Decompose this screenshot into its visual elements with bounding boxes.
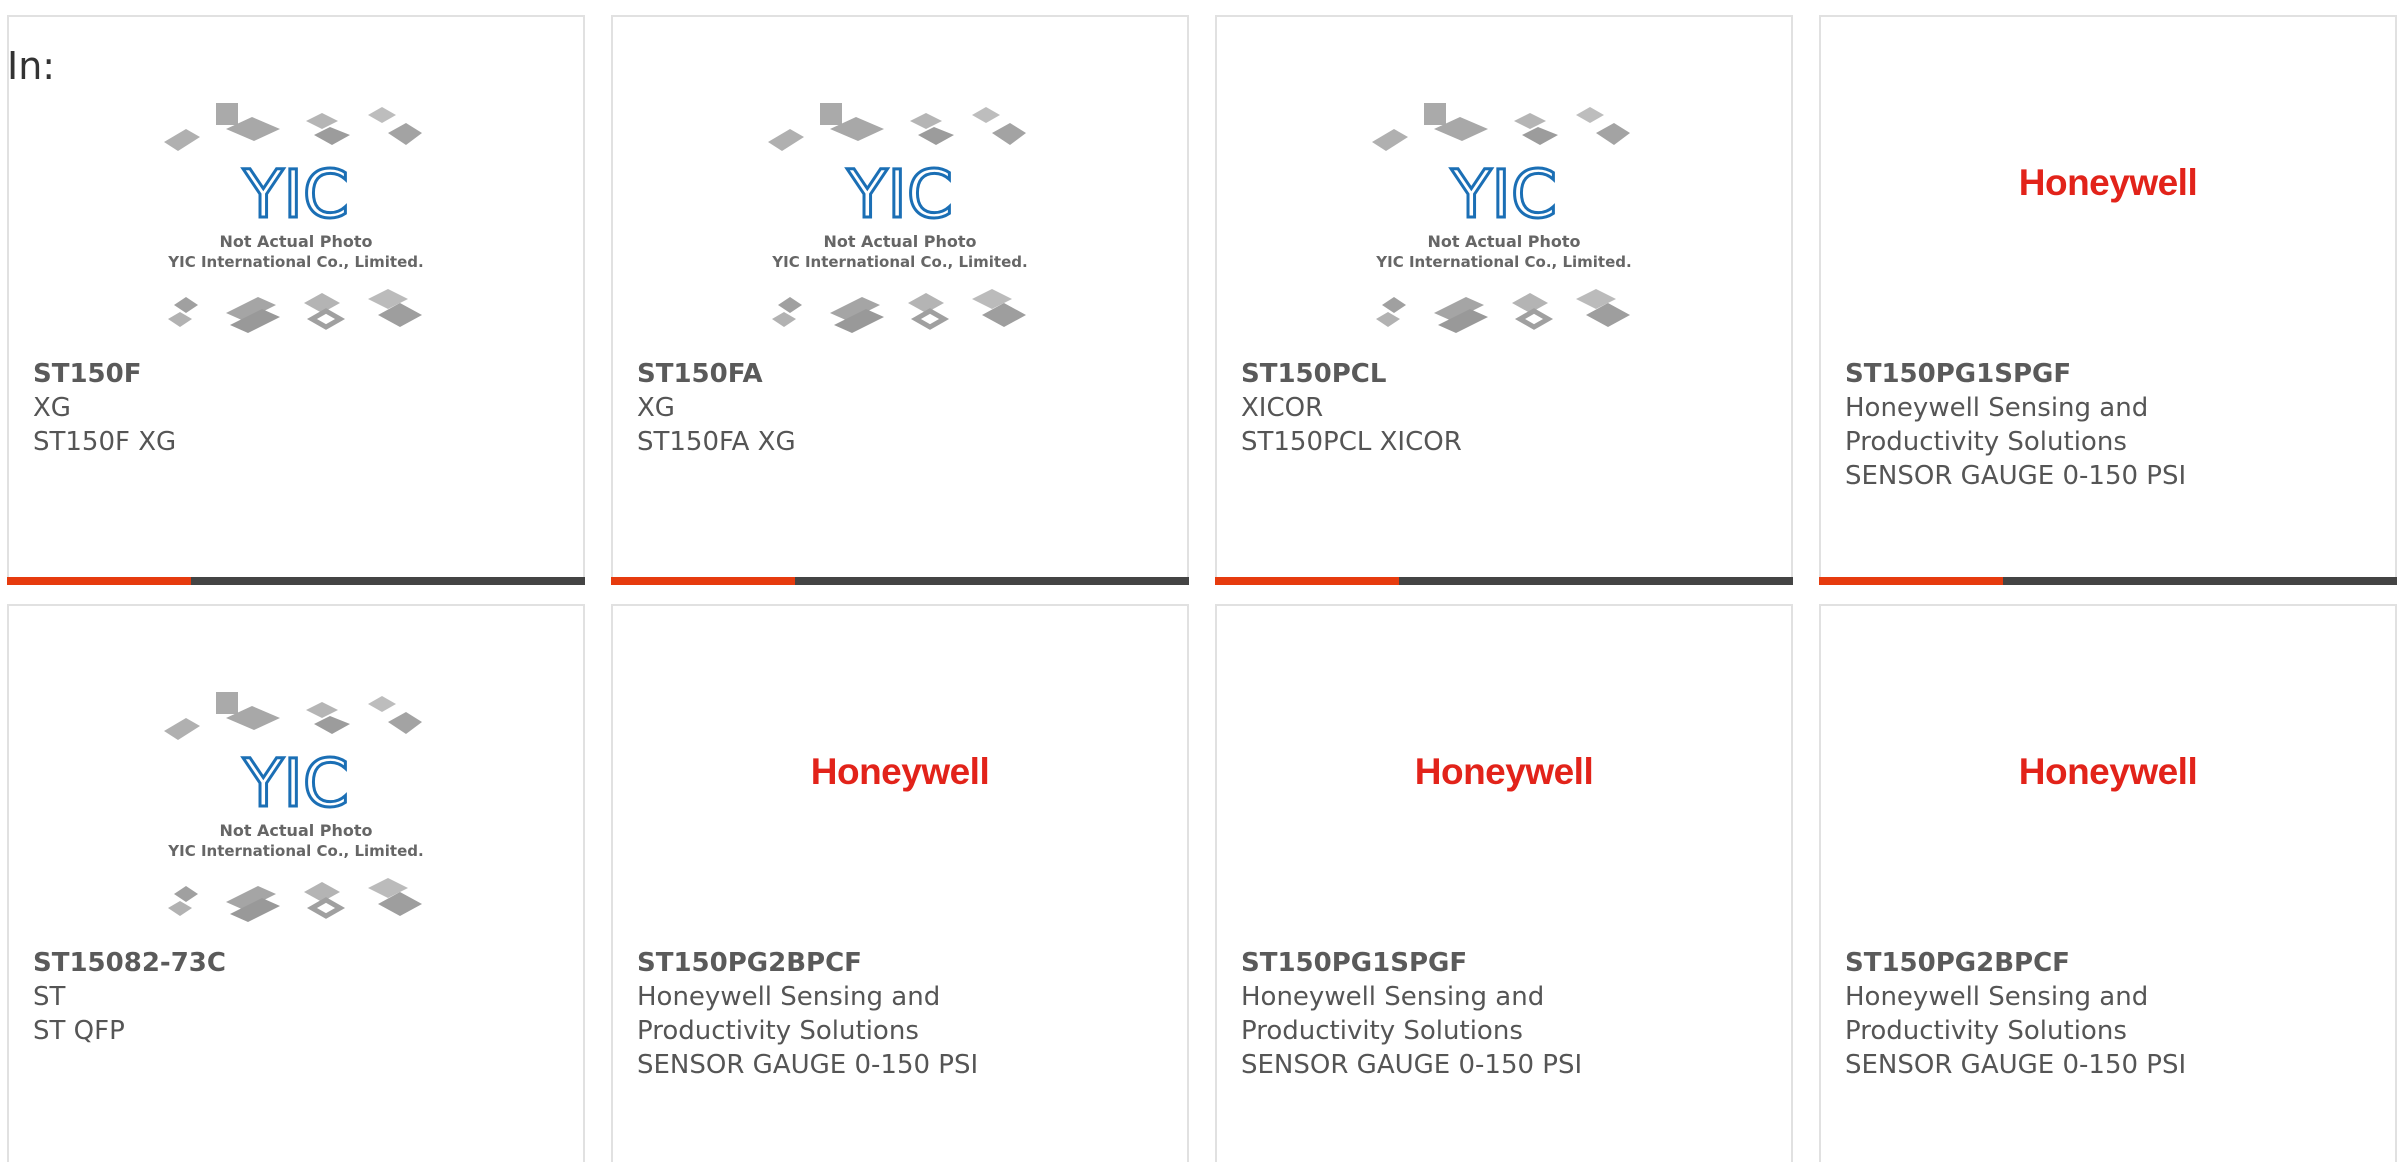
placeholder-image: YIC Not Actual Photo YIC International C… [613,97,1187,367]
product-card[interactable]: YIC Not Actual Photo YIC International C… [1215,15,1793,585]
svg-text:Not Actual Photo: Not Actual Photo [1427,232,1580,251]
product-info: ST150PG1SPGF Honeywell Sensing and Produ… [1845,357,2375,493]
honeywell-logo: Honeywell [1414,751,1594,792]
card-bottom-bar [1819,577,2397,585]
description: ST150FA XG [637,427,796,457]
product-grid-page: In: YIC Not Actual Photo YIC Internation… [0,0,2400,1162]
card-bottom-bar [7,577,585,585]
svg-text:Not Actual Photo: Not Actual Photo [823,232,976,251]
product-card[interactable]: YIC Not Actual Photo YIC International C… [7,15,585,585]
product-card[interactable]: YIC Not Actual Photo YIC International C… [611,15,1189,585]
product-info: ST150PCL XICOR ST150PCL XICOR [1241,357,1771,459]
card-bar-accent [7,577,191,585]
yic-placeholder-icon: YIC Not Actual Photo YIC International C… [164,692,424,922]
manufacturer: Honeywell Sensing and Productivity Solut… [1241,982,1545,1046]
product-info: ST150PG1SPGF Honeywell Sensing and Produ… [1241,946,1771,1082]
description: ST150PCL XICOR [1241,427,1462,457]
description: SENSOR GAUGE 0-150 PSI [1845,461,2187,491]
part-number[interactable]: ST15082-73C [33,946,563,980]
description: ST QFP [33,1016,125,1046]
card-bar-accent [1215,577,1399,585]
svg-text:YIC International Co., Limited: YIC International Co., Limited. [771,253,1027,271]
manufacturer: XG [637,393,675,423]
card-bar-accent [611,577,795,585]
placeholder-image: YIC Not Actual Photo YIC International C… [1217,97,1791,367]
in-label: In: [7,44,56,88]
card-bottom-bar [611,577,1189,585]
card-bottom-bar [1215,577,1793,585]
svg-text:YIC: YIC [846,156,953,233]
svg-text:Not Actual Photo: Not Actual Photo [219,821,372,840]
honeywell-logo: Honeywell [2018,751,2198,792]
product-card[interactable]: Honeywell ST150PG2BPCF Honeywell Sensing… [611,604,1189,1162]
part-number[interactable]: ST150PCL [1241,357,1771,391]
product-card[interactable]: Honeywell ST150PG2BPCF Honeywell Sensing… [1819,604,2397,1162]
manufacturer: XG [33,393,71,423]
product-info: ST150PG2BPCF Honeywell Sensing and Produ… [1845,946,2375,1082]
description: ST150F XG [33,427,177,457]
manufacturer: Honeywell Sensing and Productivity Solut… [1845,982,2149,1046]
manufacturer: XICOR [1241,393,1324,423]
svg-text:YIC: YIC [1450,156,1557,233]
svg-text:YIC International Co., Limited: YIC International Co., Limited. [167,842,423,860]
part-number[interactable]: ST150PG1SPGF [1845,357,2375,391]
product-card[interactable]: YIC Not Actual Photo YIC International C… [7,604,585,1162]
svg-text:YIC International Co., Limited: YIC International Co., Limited. [167,253,423,271]
description: SENSOR GAUGE 0-150 PSI [1845,1050,2187,1080]
product-info: ST150PG2BPCF Honeywell Sensing and Produ… [637,946,1167,1082]
product-info: ST150F XG ST150F XG [33,357,563,459]
product-card[interactable]: Honeywell ST150PG1SPGF Honeywell Sensing… [1819,15,2397,585]
svg-text:YIC: YIC [242,745,349,822]
placeholder-image: YIC Not Actual Photo YIC International C… [9,686,583,956]
product-info: ST15082-73C ST ST QFP [33,946,563,1048]
product-info: ST150FA XG ST150FA XG [637,357,1167,459]
honeywell-logo: Honeywell [810,751,990,792]
yic-placeholder-icon: YIC Not Actual Photo YIC International C… [1372,103,1632,333]
card-bar-accent [1819,577,2003,585]
product-card[interactable]: Honeywell ST150PG1SPGF Honeywell Sensing… [1215,604,1793,1162]
part-number[interactable]: ST150FA [637,357,1167,391]
part-number[interactable]: ST150F [33,357,563,391]
manufacturer: Honeywell Sensing and Productivity Solut… [637,982,941,1046]
yic-placeholder-icon: YIC Not Actual Photo YIC International C… [164,103,424,333]
svg-text:YIC: YIC [242,156,349,233]
description: SENSOR GAUGE 0-150 PSI [1241,1050,1583,1080]
honeywell-logo: Honeywell [2018,162,2198,203]
description: SENSOR GAUGE 0-150 PSI [637,1050,979,1080]
yic-placeholder-icon: YIC Not Actual Photo YIC International C… [768,103,1028,333]
svg-text:Not Actual Photo: Not Actual Photo [219,232,372,251]
manufacturer: Honeywell Sensing and Productivity Solut… [1845,393,2149,457]
part-number[interactable]: ST150PG2BPCF [1845,946,2375,980]
manufacturer: ST [33,982,66,1012]
part-number[interactable]: ST150PG2BPCF [637,946,1167,980]
svg-text:YIC International Co., Limited: YIC International Co., Limited. [1375,253,1631,271]
placeholder-image: YIC Not Actual Photo YIC International C… [9,97,583,367]
part-number[interactable]: ST150PG1SPGF [1241,946,1771,980]
